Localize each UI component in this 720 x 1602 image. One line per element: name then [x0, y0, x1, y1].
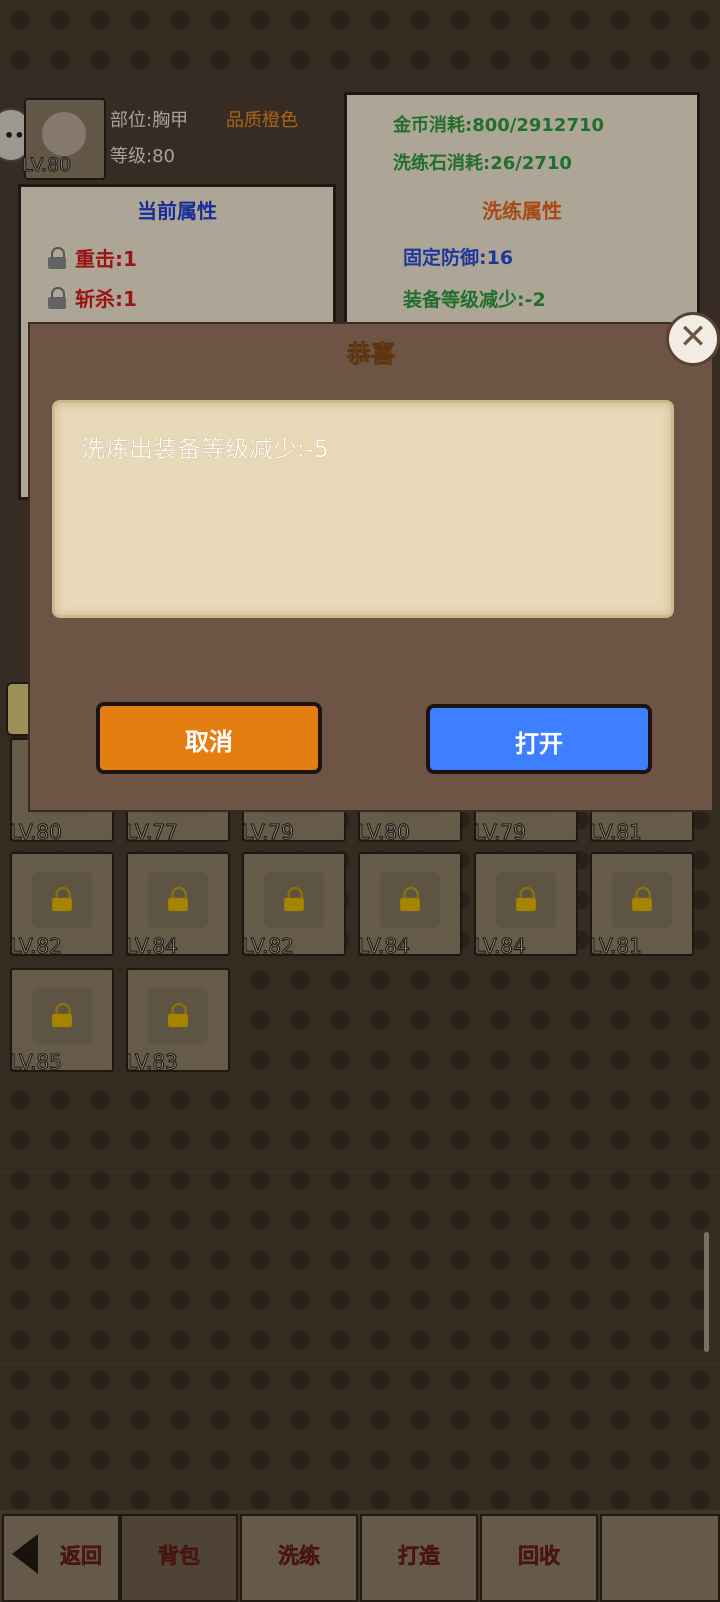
close-button[interactable]: ✕ [666, 312, 720, 366]
cancel-button[interactable]: 取消 [96, 702, 322, 774]
close-icon: ✕ [678, 317, 708, 357]
open-button[interactable]: 打开 [426, 704, 652, 774]
dialog-title: 恭喜 [347, 340, 396, 369]
open-label: 打开 [515, 730, 563, 758]
dialog-message: 洗炼出装备等级减少:-5 [81, 435, 330, 463]
message-panel: 洗炼出装备等级减少:-5 [52, 400, 674, 618]
cancel-label: 取消 [185, 728, 233, 756]
